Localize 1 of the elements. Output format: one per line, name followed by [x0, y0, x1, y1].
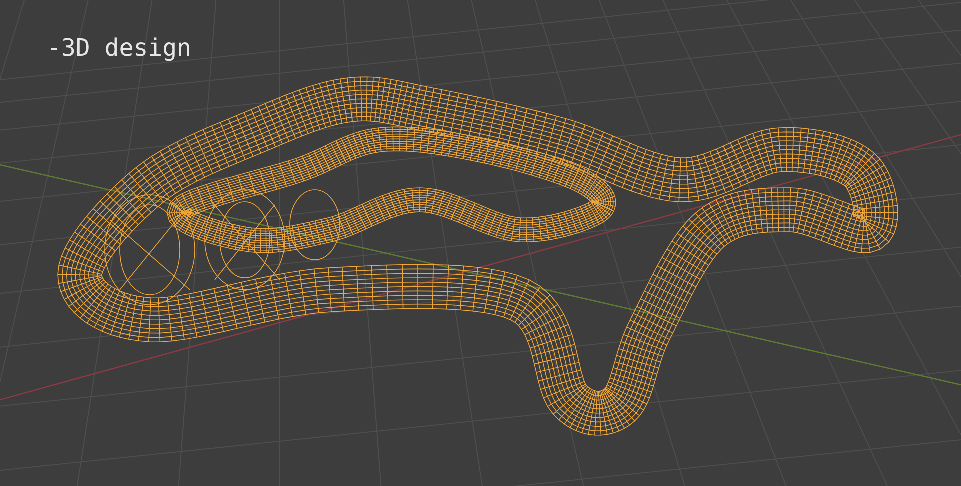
viewport-title: -3D design [47, 34, 192, 62]
